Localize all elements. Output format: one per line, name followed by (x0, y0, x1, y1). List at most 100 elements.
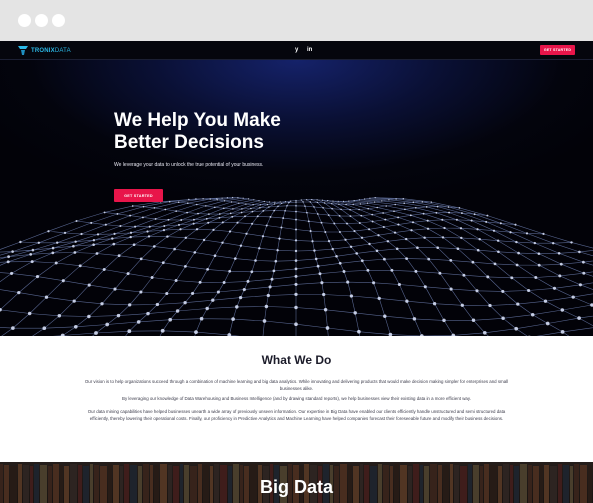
mesh-node (366, 202, 369, 204)
mesh-node (537, 263, 541, 267)
big-data-section: Big Data (0, 462, 593, 503)
window-control-dot[interactable] (52, 14, 65, 27)
mesh-node (577, 316, 581, 320)
mesh-node (90, 221, 93, 224)
mesh-node (582, 260, 585, 264)
mesh-node (331, 247, 334, 251)
mesh-node (360, 236, 364, 239)
mesh-node (360, 259, 364, 263)
mesh-node (355, 252, 359, 255)
mesh-node (436, 246, 440, 249)
hero-get-started-button[interactable]: GET STARTED (114, 189, 163, 202)
mesh-node (286, 205, 288, 207)
mesh-node (288, 201, 290, 204)
brand-logo[interactable]: TRONIXDATA (18, 45, 71, 56)
mesh-node (459, 227, 463, 230)
mesh-node (449, 259, 453, 262)
mesh-node (358, 208, 360, 211)
mesh-node (346, 222, 348, 225)
mesh-node (253, 199, 255, 201)
mesh-node (460, 212, 463, 215)
mesh-node (259, 207, 261, 209)
data-mining-paragraph: Our data mining capabilities have helped… (87, 409, 506, 421)
mesh-node (294, 249, 298, 253)
mesh-node (73, 324, 78, 329)
mesh-node (87, 314, 91, 319)
mesh-node (165, 291, 169, 296)
mesh-node (383, 314, 387, 318)
mesh-node (192, 218, 195, 221)
mesh-node (327, 200, 329, 202)
mesh-node (397, 282, 401, 287)
mesh-node (273, 209, 276, 212)
mesh-node (179, 228, 182, 231)
mesh-node (338, 203, 340, 205)
mesh-node (295, 205, 297, 207)
mesh-node (414, 206, 417, 209)
mesh-node (205, 217, 208, 220)
mesh-node (92, 243, 95, 246)
linkedin-icon[interactable]: in (307, 46, 312, 54)
mesh-node (364, 198, 366, 200)
brand-name-first: TRONIX (31, 47, 55, 54)
mesh-node (164, 208, 167, 211)
mesh-node (226, 197, 228, 199)
mesh-node (211, 298, 215, 302)
mesh-node (294, 228, 298, 231)
mesh-node (331, 207, 333, 210)
mesh-node (318, 272, 322, 276)
nav-get-started-button[interactable]: GET STARTED (540, 45, 575, 55)
mesh-node (348, 200, 350, 202)
mesh-node (231, 215, 234, 218)
mesh-node (358, 199, 360, 201)
mesh-node (441, 236, 445, 239)
mesh-node (473, 213, 476, 216)
mesh-node (383, 257, 386, 261)
mesh-node (409, 214, 412, 217)
mesh-node (313, 249, 316, 252)
mesh-node (116, 212, 119, 215)
mesh-node (195, 198, 197, 200)
mesh-node (218, 216, 221, 219)
mesh-node (294, 282, 298, 286)
mesh-node (295, 201, 297, 203)
mesh-node (30, 260, 34, 264)
mesh-node (221, 241, 224, 244)
mesh-node (290, 200, 292, 202)
mesh-node (582, 271, 586, 275)
mesh-node (570, 241, 573, 244)
mesh-node (471, 318, 476, 323)
mesh-node (240, 211, 243, 214)
mesh-node (390, 268, 394, 272)
mesh-node (116, 313, 121, 318)
mesh-node (256, 215, 259, 218)
mesh-node (180, 219, 183, 221)
mesh-node (128, 303, 132, 307)
mesh-node (113, 287, 117, 291)
mesh-node (192, 222, 195, 225)
window-control-dot[interactable] (35, 14, 48, 27)
mesh-node (476, 248, 480, 252)
twitter-icon[interactable]: y (295, 46, 298, 54)
mesh-node (311, 199, 313, 201)
mesh-node (294, 274, 298, 278)
mesh-node (230, 201, 233, 203)
mesh-node (238, 202, 240, 204)
mesh-node (80, 232, 83, 236)
window-control-dot[interactable] (18, 14, 31, 27)
mesh-node (345, 203, 347, 206)
mesh-node (393, 231, 397, 234)
mesh-node (323, 308, 328, 312)
mesh-node (455, 218, 458, 221)
mesh-node (241, 208, 243, 210)
mesh-node (359, 203, 362, 205)
mesh-node (338, 215, 341, 217)
mesh-node (423, 236, 426, 239)
mesh-node (6, 260, 10, 264)
mesh-node (560, 329, 565, 334)
mesh-node (447, 206, 450, 208)
mesh-node (29, 253, 33, 256)
website-viewport: TRONIXDATA y in GET STARTED We Help You … (0, 41, 593, 503)
mesh-node (183, 301, 187, 305)
mesh-node (430, 201, 433, 203)
